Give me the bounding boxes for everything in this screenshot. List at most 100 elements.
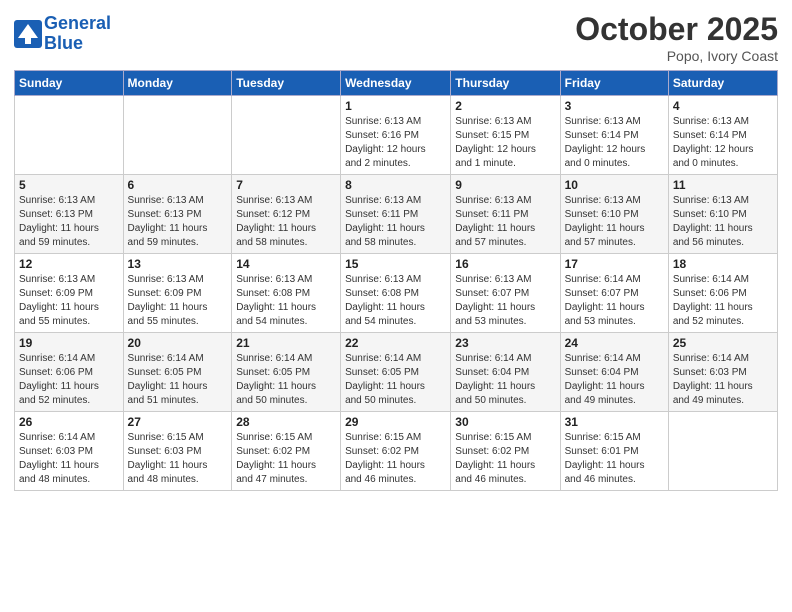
- day-info: Sunrise: 6:13 AM Sunset: 6:13 PM Dayligh…: [128, 194, 228, 250]
- weekday-header-sunday: Sunday: [15, 71, 124, 96]
- weekday-header-friday: Friday: [560, 71, 668, 96]
- day-cell: 3Sunrise: 6:13 AM Sunset: 6:14 PM Daylig…: [560, 96, 668, 175]
- day-cell: 7 Sunrise: 6:13 AM Sunset: 6:12 PM Daylig…: [232, 175, 341, 254]
- day-number: 18: [673, 257, 773, 271]
- day-info: Sunrise: 6:15 AM Sunset: 6:02 PM Dayligh…: [236, 431, 336, 487]
- day-cell: 27Sunrise: 6:15 AM Sunset: 6:03 PM Dayli…: [123, 412, 232, 491]
- day-cell: 26 Sunrise: 6:14 AM Sunset: 6:03 PM Dayli…: [15, 412, 124, 491]
- day-info: Sunrise: 6:14 AM Sunset: 6:05 PM Dayligh…: [128, 352, 228, 408]
- day-number: 19: [19, 336, 119, 350]
- month-title: October 2025: [575, 10, 778, 48]
- day-number: 25: [673, 336, 773, 350]
- day-cell: 22 Sunrise: 6:14 AM Sunset: 6:05 PM Dayli…: [341, 333, 451, 412]
- logo-icon: [14, 20, 42, 48]
- day-number: 30: [455, 415, 555, 429]
- weekday-header-saturday: Saturday: [668, 71, 777, 96]
- week-row-3: 12 Sunrise: 6:13 AM Sunset: 6:09 PM Dayli…: [15, 254, 778, 333]
- day-info: Sunrise: 6:15 AM Sunset: 6:02 PM Dayligh…: [455, 431, 555, 487]
- weekday-header-row: SundayMondayTuesdayWednesdayThursdayFrid…: [15, 71, 778, 96]
- day-cell: 15 Sunrise: 6:13 AM Sunset: 6:08 PM Dayli…: [341, 254, 451, 333]
- day-number: 20: [128, 336, 228, 350]
- logo: General Blue: [14, 14, 111, 54]
- day-number: 10: [565, 178, 664, 192]
- day-cell: [123, 96, 232, 175]
- day-cell: 21Sunrise: 6:14 AM Sunset: 6:05 PM Dayli…: [232, 333, 341, 412]
- calendar-table: SundayMondayTuesdayWednesdayThursdayFrid…: [14, 70, 778, 491]
- day-number: 24: [565, 336, 664, 350]
- day-cell: 17 Sunrise: 6:14 AM Sunset: 6:07 PM Dayli…: [560, 254, 668, 333]
- calendar-container: General Blue October 2025 Popo, Ivory Co…: [0, 0, 792, 505]
- calendar-body: 1Sunrise: 6:13 AM Sunset: 6:16 PM Daylig…: [15, 96, 778, 491]
- day-info: Sunrise: 6:13 AM Sunset: 6:15 PM Dayligh…: [455, 115, 555, 171]
- day-info: Sunrise: 6:13 AM Sunset: 6:10 PM Dayligh…: [673, 194, 773, 250]
- day-cell: [15, 96, 124, 175]
- day-number: 6: [128, 178, 228, 192]
- day-cell: 29Sunrise: 6:15 AM Sunset: 6:02 PM Dayli…: [341, 412, 451, 491]
- day-number: 22: [345, 336, 446, 350]
- day-number: 5: [19, 178, 119, 192]
- day-number: 13: [128, 257, 228, 271]
- day-info: Sunrise: 6:13 AM Sunset: 6:11 PM Dayligh…: [455, 194, 555, 250]
- day-number: 21: [236, 336, 336, 350]
- day-number: 26: [19, 415, 119, 429]
- day-cell: 10Sunrise: 6:13 AM Sunset: 6:10 PM Dayli…: [560, 175, 668, 254]
- day-info: Sunrise: 6:15 AM Sunset: 6:03 PM Dayligh…: [128, 431, 228, 487]
- logo-line2: Blue: [44, 33, 83, 53]
- day-cell: [232, 96, 341, 175]
- day-number: 15: [345, 257, 446, 271]
- day-info: Sunrise: 6:13 AM Sunset: 6:08 PM Dayligh…: [345, 273, 446, 329]
- weekday-header-wednesday: Wednesday: [341, 71, 451, 96]
- day-info: Sunrise: 6:15 AM Sunset: 6:01 PM Dayligh…: [565, 431, 664, 487]
- day-info: Sunrise: 6:13 AM Sunset: 6:08 PM Dayligh…: [236, 273, 336, 329]
- day-info: Sunrise: 6:14 AM Sunset: 6:06 PM Dayligh…: [673, 273, 773, 329]
- day-info: Sunrise: 6:13 AM Sunset: 6:14 PM Dayligh…: [565, 115, 664, 171]
- day-info: Sunrise: 6:13 AM Sunset: 6:09 PM Dayligh…: [128, 273, 228, 329]
- day-info: Sunrise: 6:14 AM Sunset: 6:03 PM Dayligh…: [19, 431, 119, 487]
- day-info: Sunrise: 6:13 AM Sunset: 6:12 PM Dayligh…: [236, 194, 336, 250]
- day-info: Sunrise: 6:15 AM Sunset: 6:02 PM Dayligh…: [345, 431, 446, 487]
- location-subtitle: Popo, Ivory Coast: [575, 48, 778, 64]
- day-number: 4: [673, 99, 773, 113]
- day-number: 12: [19, 257, 119, 271]
- day-cell: 2 Sunrise: 6:13 AM Sunset: 6:15 PM Daylig…: [451, 96, 560, 175]
- day-cell: 20 Sunrise: 6:14 AM Sunset: 6:05 PM Dayli…: [123, 333, 232, 412]
- day-cell: 11 Sunrise: 6:13 AM Sunset: 6:10 PM Dayli…: [668, 175, 777, 254]
- week-row-5: 26 Sunrise: 6:14 AM Sunset: 6:03 PM Dayli…: [15, 412, 778, 491]
- day-number: 14: [236, 257, 336, 271]
- day-cell: 12 Sunrise: 6:13 AM Sunset: 6:09 PM Dayli…: [15, 254, 124, 333]
- day-cell: 28 Sunrise: 6:15 AM Sunset: 6:02 PM Dayli…: [232, 412, 341, 491]
- day-number: 8: [345, 178, 446, 192]
- day-cell: 9 Sunrise: 6:13 AM Sunset: 6:11 PM Daylig…: [451, 175, 560, 254]
- day-cell: 13 Sunrise: 6:13 AM Sunset: 6:09 PM Dayli…: [123, 254, 232, 333]
- day-info: Sunrise: 6:14 AM Sunset: 6:04 PM Dayligh…: [455, 352, 555, 408]
- day-cell: 14 Sunrise: 6:13 AM Sunset: 6:08 PM Dayli…: [232, 254, 341, 333]
- week-row-4: 19 Sunrise: 6:14 AM Sunset: 6:06 PM Dayli…: [15, 333, 778, 412]
- logo-text: General Blue: [44, 14, 111, 54]
- header: General Blue October 2025 Popo, Ivory Co…: [14, 10, 778, 64]
- day-cell: 1Sunrise: 6:13 AM Sunset: 6:16 PM Daylig…: [341, 96, 451, 175]
- day-number: 11: [673, 178, 773, 192]
- logo-line1: General: [44, 13, 111, 33]
- day-info: Sunrise: 6:14 AM Sunset: 6:06 PM Dayligh…: [19, 352, 119, 408]
- day-number: 17: [565, 257, 664, 271]
- day-number: 23: [455, 336, 555, 350]
- day-info: Sunrise: 6:14 AM Sunset: 6:03 PM Dayligh…: [673, 352, 773, 408]
- day-info: Sunrise: 6:13 AM Sunset: 6:14 PM Dayligh…: [673, 115, 773, 171]
- day-info: Sunrise: 6:13 AM Sunset: 6:07 PM Dayligh…: [455, 273, 555, 329]
- day-number: 2: [455, 99, 555, 113]
- day-number: 7: [236, 178, 336, 192]
- day-cell: [668, 412, 777, 491]
- day-info: Sunrise: 6:13 AM Sunset: 6:13 PM Dayligh…: [19, 194, 119, 250]
- day-info: Sunrise: 6:14 AM Sunset: 6:04 PM Dayligh…: [565, 352, 664, 408]
- day-info: Sunrise: 6:14 AM Sunset: 6:05 PM Dayligh…: [345, 352, 446, 408]
- day-number: 1: [345, 99, 446, 113]
- calendar-header: SundayMondayTuesdayWednesdayThursdayFrid…: [15, 71, 778, 96]
- day-number: 28: [236, 415, 336, 429]
- day-cell: 8Sunrise: 6:13 AM Sunset: 6:11 PM Daylig…: [341, 175, 451, 254]
- day-cell: 4 Sunrise: 6:13 AM Sunset: 6:14 PM Daylig…: [668, 96, 777, 175]
- day-cell: 6 Sunrise: 6:13 AM Sunset: 6:13 PM Daylig…: [123, 175, 232, 254]
- day-cell: 25 Sunrise: 6:14 AM Sunset: 6:03 PM Dayli…: [668, 333, 777, 412]
- day-number: 9: [455, 178, 555, 192]
- day-info: Sunrise: 6:14 AM Sunset: 6:07 PM Dayligh…: [565, 273, 664, 329]
- day-info: Sunrise: 6:13 AM Sunset: 6:09 PM Dayligh…: [19, 273, 119, 329]
